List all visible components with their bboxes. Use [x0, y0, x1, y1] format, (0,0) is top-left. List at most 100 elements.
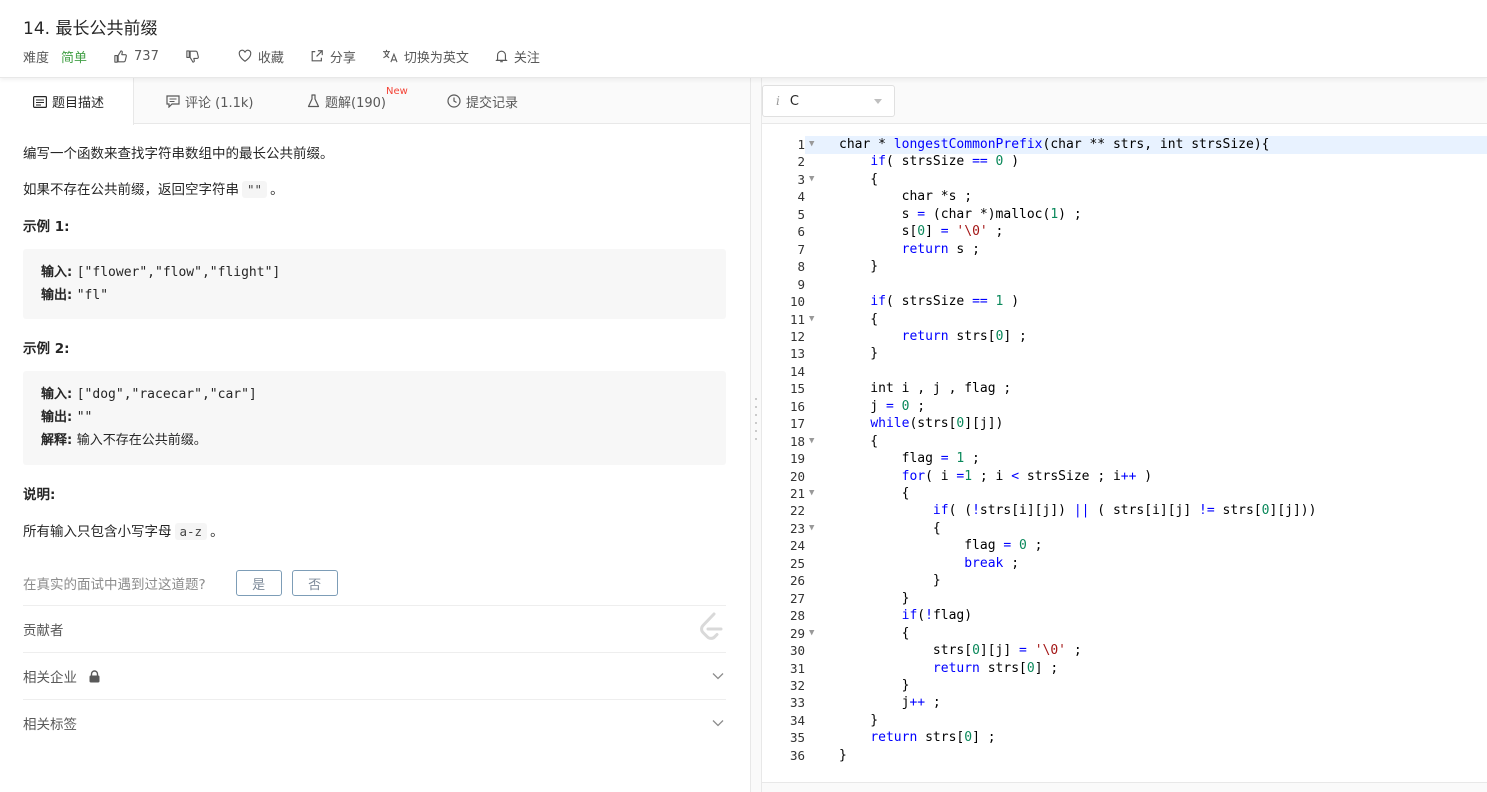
code-text: { [839, 520, 941, 536]
fold-toggle-icon[interactable]: ▼ [809, 433, 814, 451]
code-line[interactable]: 7 return s ; [762, 240, 1487, 259]
code-line[interactable]: 10 if( strsSize == 1 ) [762, 293, 1487, 311]
contributors-row[interactable]: 贡献者 [23, 605, 726, 652]
switch-language-button[interactable]: 切换为英文 [382, 47, 469, 66]
code-text: flag = 0 ; [839, 538, 1043, 554]
code-text: while(strs[0][j]) [870, 416, 1004, 432]
code-line[interactable]: 35 return strs[0] ; [762, 729, 1487, 747]
code-text: } [839, 573, 941, 589]
code-line[interactable]: 36} [762, 746, 1487, 765]
line-number: 28 [762, 607, 805, 625]
code-line[interactable]: 21 ▼ { [762, 485, 1487, 503]
line-number: 25 [762, 554, 805, 573]
code-line[interactable]: 26 } [762, 572, 1487, 590]
code-line[interactable]: 14 [762, 362, 1487, 381]
line-number: 34 [762, 711, 805, 730]
example-2-explanation: 解释: 输入不存在公共前缀。 [41, 429, 708, 452]
code-line[interactable]: 32 } [762, 676, 1487, 695]
code-line[interactable]: 17 while(strs[0][j]) [762, 415, 1487, 433]
resize-grip-icon [755, 398, 758, 440]
companies-row[interactable]: 相关企业 [23, 652, 726, 699]
fold-toggle-icon[interactable]: ▼ [809, 171, 814, 189]
code-line[interactable]: 30 strs[0][j] = '\0' ; [762, 642, 1487, 660]
code-line[interactable]: 24 flag = 0 ; [762, 537, 1487, 555]
tab-description[interactable]: 题目描述 [0, 78, 134, 125]
code-line[interactable]: 3 ▼ { [762, 170, 1487, 189]
output-value: "fl" [76, 288, 109, 303]
difficulty-label: 难度 [23, 50, 50, 66]
line-number: 7 [762, 240, 805, 259]
fold-toggle-icon[interactable]: ▼ [809, 136, 814, 154]
code-line[interactable]: 29 ▼ { [762, 624, 1487, 643]
code-editor[interactable]: 1 ▼ char * longestCommonPrefix(char ** str… [762, 124, 1487, 782]
code-line[interactable]: 4 char *s ; [762, 188, 1487, 206]
code-text: for( i =1 ; i < strsSize ; i++ ) [901, 468, 1153, 484]
code-line[interactable]: 34 } [762, 711, 1487, 730]
problem-header: 14. 最长公共前缀 难度 简单 737 收藏 分享 切换为英文 关注 [0, 0, 1487, 78]
fold-toggle-icon[interactable]: ▼ [809, 311, 814, 329]
code-line[interactable]: 19 flag = 1 ; [762, 450, 1487, 468]
difficulty-badge: 简单 [61, 50, 88, 66]
fold-toggle-icon[interactable]: ▼ [809, 520, 814, 538]
pane-resize-handle[interactable] [750, 78, 762, 792]
code-text: if( (!strs[i][j]) || ( strs[i][j] != str… [932, 503, 1317, 519]
line-number: 6 [762, 223, 805, 241]
language-select[interactable]: i C [762, 85, 895, 117]
share-button[interactable]: 分享 [310, 47, 356, 66]
code-line[interactable]: 2 if( strsSize == 0 ) [762, 153, 1487, 171]
like-button[interactable]: 737 [113, 49, 159, 64]
flask-icon [307, 94, 320, 108]
line-number: 22 [762, 502, 805, 520]
problem-tabs: 题目描述 评论 (1.1k) 题解(190) New 提交记录 [0, 78, 750, 125]
code-line[interactable]: 5 s = (char *)malloc(1) ; [762, 205, 1487, 224]
code-line[interactable]: 18 ▼ { [762, 432, 1487, 451]
tab-comments[interactable]: 评论 (1.1k) [166, 78, 253, 124]
code-text: { [839, 171, 879, 187]
code-line[interactable]: 25 break ; [762, 554, 1487, 573]
code-line[interactable]: 11 ▼ { [762, 310, 1487, 329]
tab-solutions-label: 题解(190) [325, 95, 386, 111]
code-line[interactable]: 8 } [762, 258, 1487, 276]
code-line[interactable]: 20 for( i =1 ; i < strsSize ; i++ ) [762, 467, 1487, 486]
fold-toggle-icon[interactable]: ▼ [809, 485, 814, 503]
line-number: 13 [762, 345, 805, 363]
code-line[interactable]: 12 return strs[0] ; [762, 327, 1487, 346]
paragraph-2-end: 。 [270, 182, 284, 198]
example-1-output: 输出: "fl" [41, 284, 708, 307]
code-text: { [839, 311, 879, 327]
yes-button[interactable]: 是 [235, 570, 282, 596]
code-text: break ; [964, 555, 1020, 571]
description-paragraph-2: 如果不存在公共前缀，返回空字符串 ""。 [23, 178, 284, 198]
code-line[interactable]: 9 [762, 275, 1487, 294]
example-2-block: 输入: ["dog","racecar","car"] 输出: "" 解释: 输… [23, 371, 726, 465]
line-number: 26 [762, 572, 805, 590]
code-line[interactable]: 22 if( (!strs[i][j]) || ( strs[i][j] != … [762, 502, 1487, 520]
heart-icon [238, 49, 252, 62]
code-line[interactable]: 23 ▼ { [762, 519, 1487, 538]
fold-toggle-icon[interactable]: ▼ [809, 625, 814, 643]
code-line[interactable]: 16 j = 0 ; [762, 397, 1487, 416]
code-line[interactable]: 1 ▼ char * longestCommonPrefix(char ** str… [762, 136, 1487, 154]
dislike-button[interactable] [185, 49, 200, 64]
collect-button[interactable]: 收藏 [238, 47, 284, 66]
tab-submissions[interactable]: 提交记录 [447, 78, 518, 124]
code-line[interactable]: 13 } [762, 345, 1487, 363]
output-value: "" [76, 410, 93, 425]
no-button[interactable]: 否 [291, 570, 338, 596]
code-line[interactable]: 31 return strs[0] ; [762, 659, 1487, 677]
tab-solutions[interactable]: 题解(190) New [307, 78, 408, 124]
code-line[interactable]: 33 j++ ; [762, 694, 1487, 712]
editor-footer [762, 782, 1487, 792]
tags-row[interactable]: 相关标签 [23, 699, 726, 746]
line-number: 15 [762, 380, 805, 398]
line-number: 33 [762, 694, 805, 712]
line-number: 5 [762, 205, 805, 224]
thumbs-down-icon [186, 49, 199, 63]
code-line[interactable]: 28 if(!flag) [762, 607, 1487, 625]
code-line[interactable]: 27 } [762, 589, 1487, 608]
code-text: { [839, 625, 910, 641]
code-line[interactable]: 15 int i , j , flag ; [762, 380, 1487, 398]
follow-button[interactable]: 关注 [495, 47, 540, 66]
code-line[interactable]: 6 s[0] = '\0' ; [762, 223, 1487, 241]
line-number: 18 [762, 432, 805, 451]
